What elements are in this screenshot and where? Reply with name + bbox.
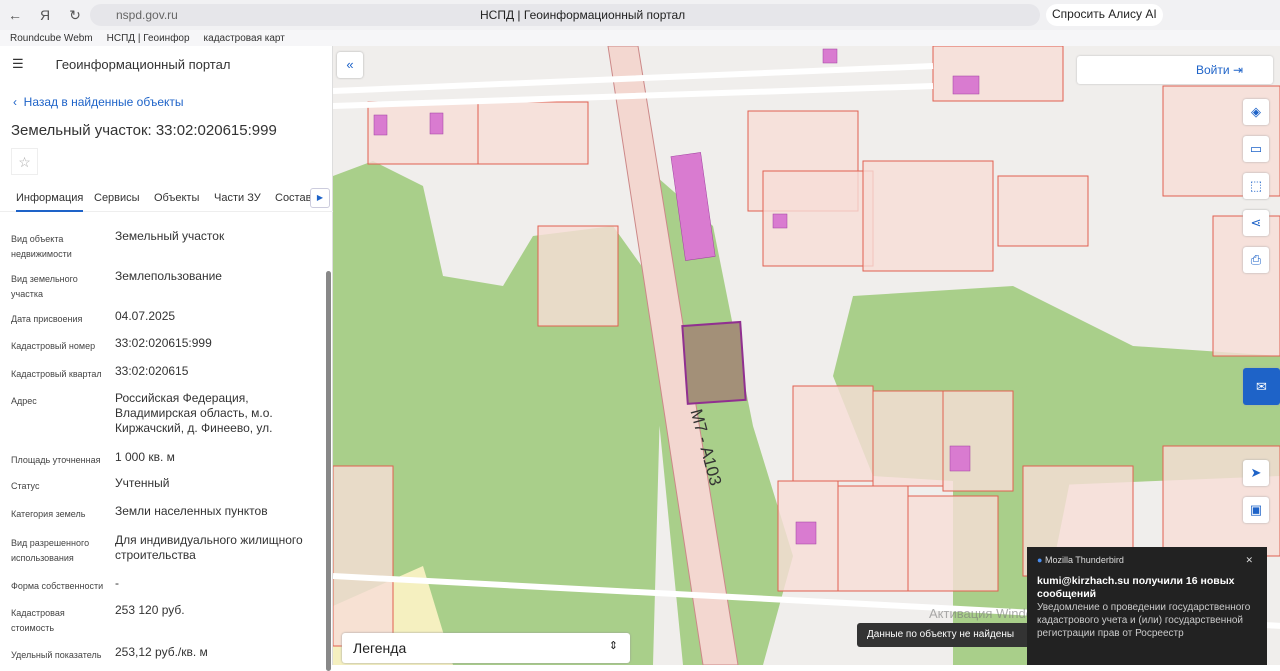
page-title-tab: НСПД | Геоинформационный портал (480, 8, 686, 22)
info-panel: ☰ Геоинформационный портал ‹ Назад в найд… (0, 46, 333, 671)
field-label: Статус (11, 481, 40, 491)
thunderbird-notification[interactable]: ● Mozilla Thunderbird ✕ kumi@kirzhach.su … (1027, 547, 1267, 665)
portal-title: Геоинформационный портал (55, 56, 231, 72)
toast-message: Данные по объекту не найдены (857, 623, 1031, 647)
field-value: Для индивидуального жилищного строительс… (115, 533, 303, 562)
back-label: Назад в найденные объекты (23, 95, 184, 109)
thunderbird-icon: ● (1037, 555, 1043, 565)
select-area-icon[interactable]: ⬚ (1243, 173, 1269, 199)
field-value: Землепользование (115, 269, 222, 283)
collapse-panel-button[interactable]: « (337, 52, 363, 78)
field-label: Удельный показатель (11, 650, 102, 660)
field-value: - (115, 576, 119, 590)
feedback-icon[interactable]: ✉ (1243, 368, 1280, 405)
notification-app: Mozilla Thunderbird (1044, 555, 1124, 565)
print-icon[interactable]: ⎙ (1243, 247, 1269, 273)
field-value: 33:02:020615 (115, 364, 189, 378)
field-label: Вид объекта недвижимости (11, 234, 72, 259)
field-label: Категория земель (11, 509, 86, 519)
back-icon[interactable]: ← (0, 7, 30, 23)
bookmarks-bar: Roundcube Webm НСПД | Геоинфор кадастров… (0, 30, 1280, 46)
tab-info[interactable]: Информация (16, 192, 84, 212)
field-value: 253,12 руб./кв. м (115, 645, 208, 659)
bookmark[interactable]: Roundcube Webm (10, 33, 93, 44)
field-label: Форма собственности (11, 581, 104, 591)
login-button[interactable]: Войти ⇥ (1077, 56, 1273, 84)
bookmark[interactable]: НСПД | Геоинфор (107, 33, 190, 44)
field-value: Учтенный (115, 476, 170, 490)
field-value: Земельный участок (115, 229, 225, 243)
reload-icon[interactable]: ↻ (60, 7, 90, 24)
field-label: Площадь уточненная (11, 455, 101, 465)
field-label: Вид земельного участка (11, 274, 78, 299)
field-label: Кадастровый номер (11, 341, 96, 351)
tabs-next-button[interactable]: ▶ (310, 188, 330, 208)
scrollbar[interactable] (326, 271, 331, 671)
field-label: Адрес (11, 396, 37, 406)
tab-parts[interactable]: Части ЗУ (214, 192, 261, 204)
locate-icon[interactable]: ➤ (1243, 460, 1269, 486)
legend-dropdown[interactable]: Легенда ⇕ (342, 633, 630, 663)
field-value: 1 000 кв. м (115, 450, 175, 464)
notification-body: Уведомление о проведении государственног… (1037, 602, 1251, 639)
notification-title: kumi@kirzhach.su получили 16 новых сообщ… (1037, 575, 1235, 600)
menu-icon[interactable]: ☰ (12, 56, 24, 72)
yandex-icon[interactable]: Я (30, 7, 60, 23)
ruler-icon[interactable]: ▭ (1243, 136, 1269, 162)
field-value: 33:02:020615:999 (115, 336, 212, 350)
bookmark[interactable]: кадастровая карт (204, 33, 285, 44)
tab-objects[interactable]: Объекты (154, 192, 199, 204)
object-heading: Земельный участок: 33:02:020615:999 (11, 122, 277, 139)
legend-label: Легенда (353, 640, 407, 656)
login-icon: ⇥ (1232, 63, 1243, 77)
login-label: Войти (1196, 63, 1230, 77)
favorite-star-icon[interactable]: ☆ (11, 148, 38, 175)
field-value: 253 120 руб. (115, 603, 185, 617)
minimap-icon[interactable]: ▣ (1243, 497, 1269, 523)
field-label: Кадастровый квартал (11, 369, 102, 379)
field-value: Российская Федерация, Владимирская облас… (115, 391, 273, 435)
close-icon[interactable]: ✕ (1245, 555, 1253, 566)
share-icon[interactable]: ⋖ (1243, 210, 1269, 236)
tab-services[interactable]: Сервисы (94, 192, 140, 204)
field-label: Дата присвоения (11, 314, 83, 324)
field-label: Вид разрешенного использования (11, 538, 90, 563)
field-value: Земли населенных пунктов (115, 504, 268, 518)
field-value: 04.07.2025 (115, 309, 176, 323)
browser-toolbar: ← Я ↻ nspd.gov.ru НСПД | Геоинформационн… (0, 0, 1280, 30)
chevron-updown-icon: ⇕ (608, 640, 618, 652)
tabs: Информация Сервисы Объекты Части ЗУ Сост… (0, 186, 333, 212)
back-link[interactable]: ‹ Назад в найденные объекты (13, 95, 184, 109)
alice-button[interactable]: Спросить Алису AI (1046, 4, 1163, 26)
layers-icon[interactable]: ◈ (1243, 99, 1269, 125)
tab-composition[interactable]: Состав (275, 192, 311, 204)
field-label: Кадастровая стоимость (11, 608, 65, 633)
